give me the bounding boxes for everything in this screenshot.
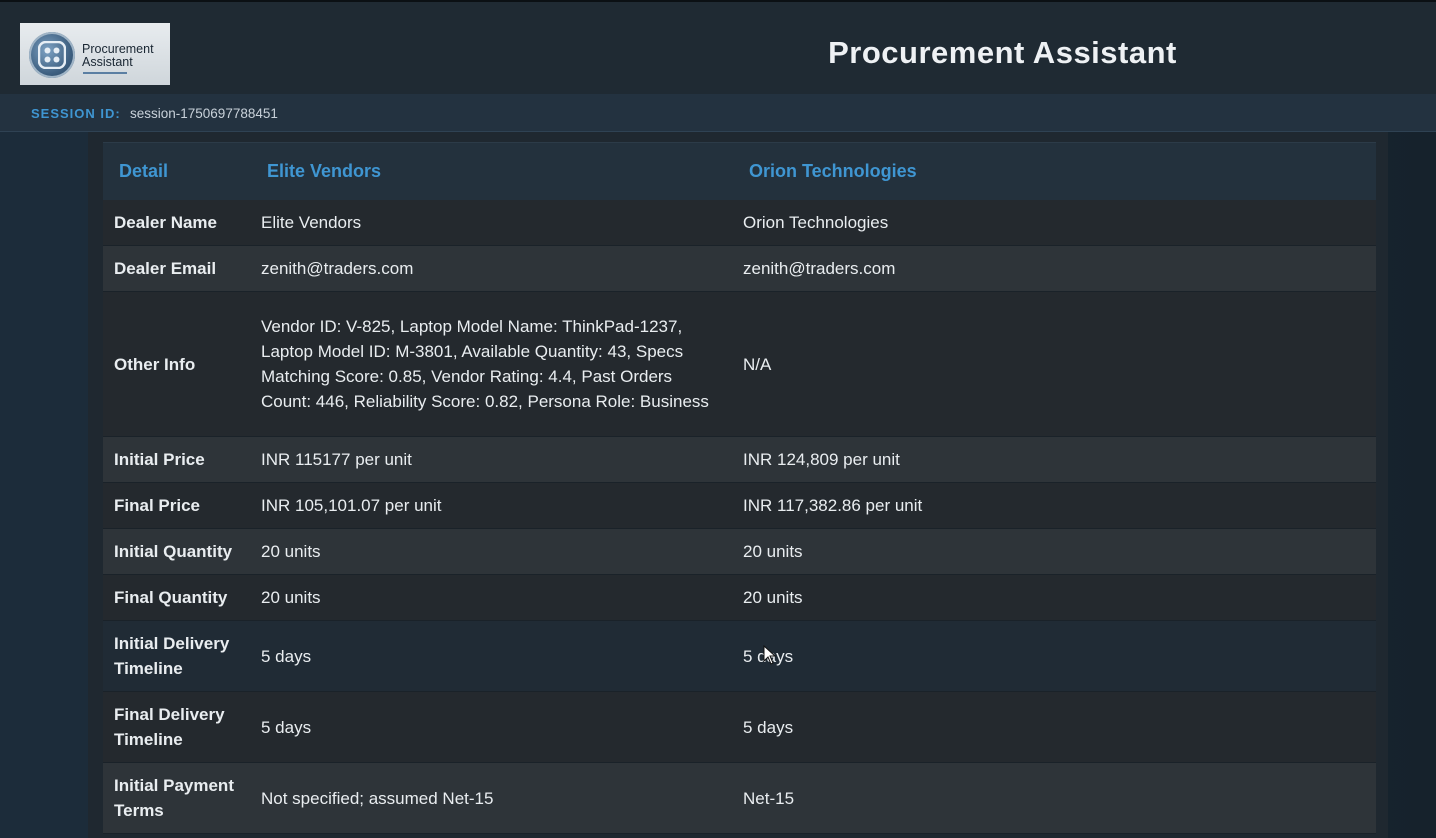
row-value-vendor-b: N/A [733,291,1376,437]
logo-text: Procurement Assistant [82,43,154,69]
row-value-vendor-a: INR 105,101.07 per unit [251,482,733,529]
row-value-vendor-b: 20 units [733,528,1376,575]
row-key: Initial Delivery Timeline [103,620,251,692]
row-key: Initial Quantity [103,528,251,575]
app-page: Procurement Assistant Procurement Assist… [0,0,1436,838]
header-vendor-b: Orion Technologies [733,142,1376,200]
table-row: Initial Quantity 20 units 20 units [103,528,1376,575]
comparison-panel: Detail Elite Vendors Orion Technologies … [88,132,1388,838]
table-row: Final Price INR 105,101.07 per unit INR … [103,482,1376,529]
row-key: Final Quantity [103,574,251,621]
row-value-vendor-a: Elite Vendors [251,200,733,246]
table-header-row: Detail Elite Vendors Orion Technologies [103,142,1376,200]
table-row: Initial Delivery Timeline 5 days 5 days [103,620,1376,692]
table-row: Initial Price INR 115177 per unit INR 12… [103,436,1376,483]
row-key: Final Price [103,482,251,529]
row-value-vendor-b: 5 days [733,620,1376,692]
header-vendor-a: Elite Vendors [251,142,733,200]
row-value-vendor-a: zenith@traders.com [251,245,733,292]
mouse-cursor-icon [763,644,777,670]
table-row: Final Delivery Timeline 5 days 5 days [103,691,1376,763]
row-value-vendor-b: INR 124,809 per unit [733,436,1376,483]
row-value-vendor-b: 20 units [733,574,1376,621]
table-row: Other Info Vendor ID: V-825, Laptop Mode… [103,291,1376,437]
session-id-value: session-1750697788451 [130,106,278,121]
row-value-vendor-a: 20 units [251,528,733,575]
row-key: Dealer Name [103,200,251,246]
session-bar: SESSION ID: session-1750697788451 [0,94,1436,132]
table-row: Dealer Name Elite Vendors Orion Technolo… [103,200,1376,246]
row-value-vendor-a: Not specified; assumed Net-15 [251,762,733,834]
table-row: Final Quantity 20 units 20 units [103,574,1376,621]
row-value-vendor-a: 5 days [251,620,733,692]
logo-badge-icon [29,32,75,78]
row-key: Other Info [103,291,251,437]
row-value-vendor-a: Vendor ID: V-825, Laptop Model Name: Thi… [251,291,733,437]
header-detail: Detail [103,142,251,200]
logo-underline [83,72,127,74]
session-id-label: SESSION ID: [31,106,121,121]
row-value-vendor-b: Orion Technologies [733,200,1376,246]
row-value-vendor-b: zenith@traders.com [733,245,1376,292]
app-logo[interactable]: Procurement Assistant [20,23,170,85]
table-row: Dealer Email zenith@traders.com zenith@t… [103,245,1376,292]
row-value-vendor-a: INR 115177 per unit [251,436,733,483]
row-value-vendor-b: INR 117,382.86 per unit [733,482,1376,529]
comparison-table: Detail Elite Vendors Orion Technologies … [103,142,1376,834]
row-value-vendor-a: 20 units [251,574,733,621]
row-value-vendor-b: Net-15 [733,762,1376,834]
row-value-vendor-b: 5 days [733,691,1376,763]
logo-line-2: Assistant [82,55,133,69]
table-row: Initial Payment Terms Not specified; ass… [103,762,1376,834]
app-title: Procurement Assistant [828,35,1177,70]
row-value-vendor-a: 5 days [251,691,733,763]
row-key: Final Delivery Timeline [103,691,251,763]
row-key: Initial Payment Terms [103,762,251,834]
app-header: Procurement Assistant Procurement Assist… [0,0,1436,94]
row-key: Dealer Email [103,245,251,292]
comparison-table-wrap: Detail Elite Vendors Orion Technologies … [103,142,1376,834]
row-key: Initial Price [103,436,251,483]
